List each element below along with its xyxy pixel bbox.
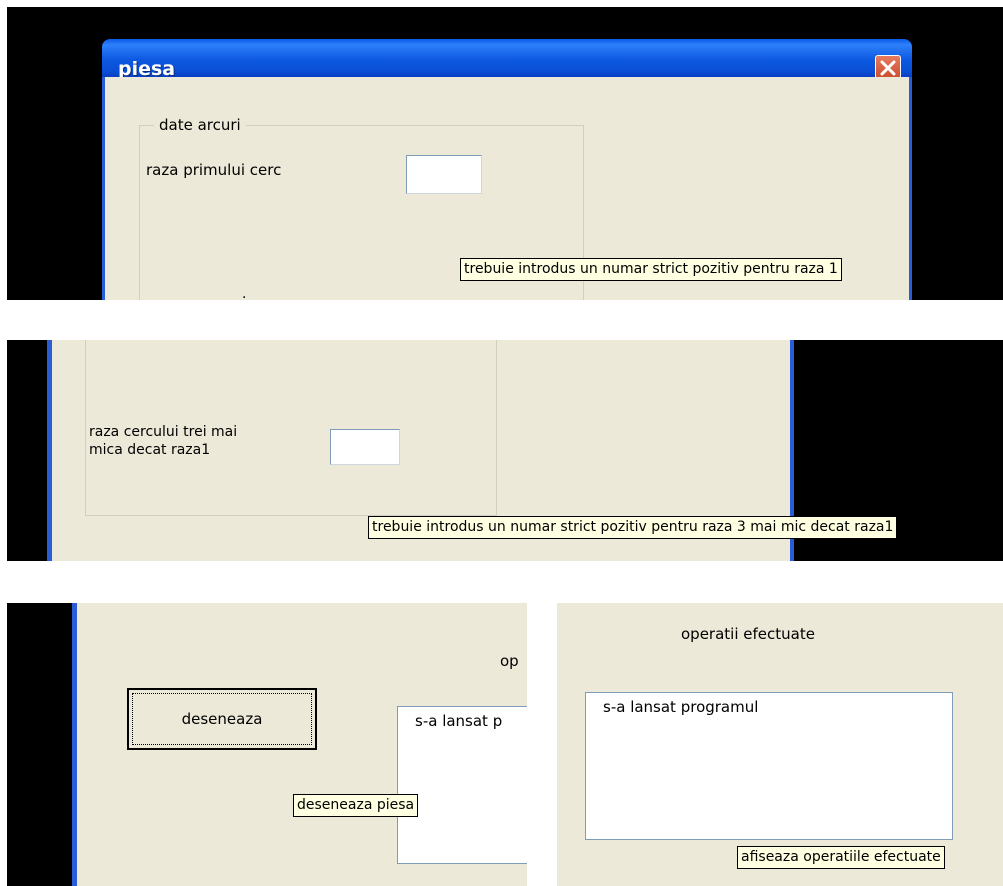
radius3-input[interactable] (330, 429, 400, 465)
focus-rectangle (132, 693, 312, 745)
radius3-tooltip: trebuie introdus un numar strict pozitiv… (368, 516, 898, 539)
operations-tooltip: afiseaza operatiile efectuate (737, 846, 945, 869)
list-item[interactable]: s-a lansat p (398, 707, 527, 731)
draw-tooltip: deseneaza piesa (293, 794, 419, 817)
window-border-left (102, 77, 105, 300)
radius3-label-line2: mica decat raza1 (89, 442, 211, 458)
title-bar[interactable] (102, 39, 912, 77)
panel-window-bottom-right: operatii efectuate s-a lansat programul … (557, 603, 1003, 886)
ops-label-partial: op (500, 652, 519, 670)
list-item[interactable]: s-a lansat programul (586, 693, 952, 717)
operations-listbox[interactable]: s-a lansat programul (585, 692, 953, 840)
groupbox-caption: date arcuri (154, 116, 246, 134)
radius1-tooltip: trebuie introdus un numar strict pozitiv… (460, 258, 842, 281)
radius1-label: raza primului cerc (146, 161, 282, 179)
ops-label: operatii efectuate (681, 625, 815, 643)
window-border-right (909, 77, 912, 300)
radius1-input[interactable] (406, 155, 482, 194)
panel-window-top: piesa date arcuri raza primului cerc . t… (7, 7, 1003, 300)
draw-button[interactable]: deseneaza (127, 688, 317, 750)
truncated-label-fragment: . (242, 286, 247, 300)
panel-window-bottom-left: op deseneaza s-a lansat p deseneaza pies… (7, 603, 527, 886)
operations-listbox-partial[interactable]: s-a lansat p (397, 706, 527, 864)
panel-window-middle: raza cercului trei mai mica decat raza1 … (7, 340, 1003, 561)
radius3-label-line1: raza cercului trei mai (89, 424, 238, 440)
